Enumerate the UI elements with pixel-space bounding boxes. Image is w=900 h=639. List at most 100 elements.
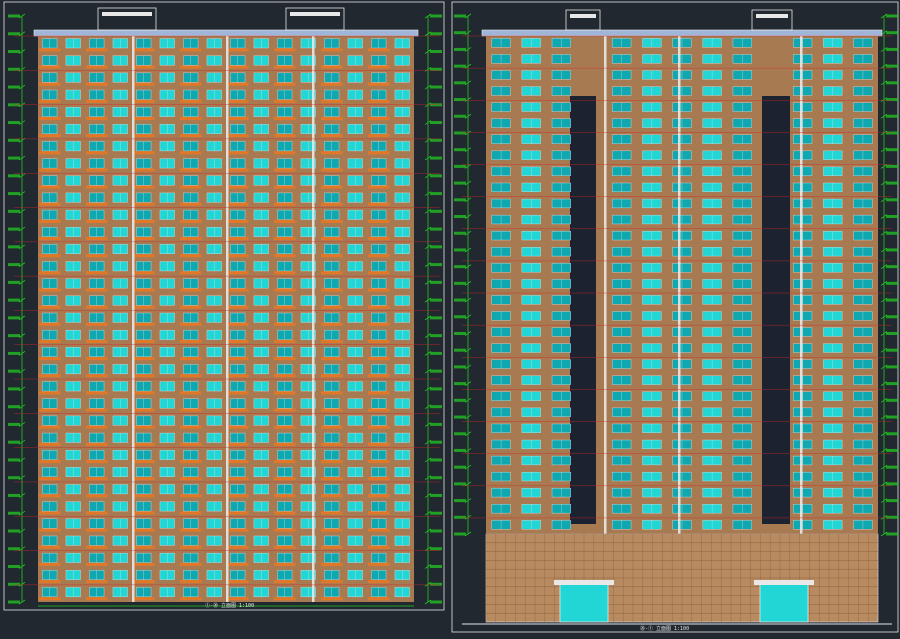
elevation-mark: [454, 448, 466, 452]
elevation-mark: [886, 315, 898, 319]
pilaster: [226, 36, 229, 602]
elevation-mark: [454, 215, 466, 219]
balcony-rail: [368, 99, 390, 103]
balcony-rail: [39, 65, 61, 69]
balcony-rail: [321, 202, 343, 206]
balcony-rail: [227, 219, 249, 223]
elevation-mark: [454, 415, 466, 419]
elevation-mark: [454, 348, 466, 352]
balcony-rail: [368, 116, 390, 121]
elevation-mark: [8, 582, 20, 586]
balcony-rail: [227, 339, 249, 344]
balcony-rail: [321, 442, 343, 446]
balcony-rail: [180, 237, 202, 241]
balcony-rail: [368, 134, 390, 138]
elevation-mark: [430, 547, 442, 551]
elevation-mark: [8, 369, 20, 373]
balcony-rail: [133, 48, 155, 52]
elevation-mark: [886, 298, 898, 302]
elevation-mark: [430, 334, 442, 338]
balcony-rail: [39, 477, 61, 481]
elevation-mark: [430, 156, 442, 160]
balcony-rail: [274, 562, 296, 566]
balcony-rail: [133, 391, 155, 395]
elevation-mark: [454, 47, 466, 51]
balcony-rail: [274, 185, 296, 189]
balcony-rail: [227, 254, 249, 258]
balcony-rail: [86, 151, 108, 155]
balcony-rail: [86, 511, 108, 515]
elevation-mark: [430, 316, 442, 320]
balcony-rail: [274, 374, 296, 378]
elevation-mark: [454, 515, 466, 519]
balcony-rail: [227, 288, 249, 292]
elevation-mark: [430, 174, 442, 178]
elevation-mark: [430, 121, 442, 125]
building-facade: [38, 36, 414, 602]
elevation-mark: [454, 499, 466, 503]
balcony-rail: [227, 425, 249, 429]
balcony-rail: [133, 511, 155, 515]
elevation-mark: [454, 231, 466, 235]
podium-base: [462, 533, 892, 625]
elevation-mark: [430, 298, 442, 302]
elevation-mark: [454, 482, 466, 486]
balcony-rail: [133, 374, 155, 378]
balcony-rail: [368, 580, 390, 584]
recessed-slot: [762, 96, 790, 524]
balcony-rail: [321, 511, 343, 515]
balcony-rail: [274, 116, 296, 121]
balcony-rail: [368, 425, 390, 429]
elevation-mark: [8, 192, 20, 196]
front-elevation-left[interactable]: ①-⑳ 立面图 1:100: [3, 1, 445, 611]
balcony-rail: [321, 357, 343, 361]
balcony-rail: [39, 202, 61, 206]
balcony-rail: [86, 254, 108, 258]
balcony-rail: [227, 477, 249, 481]
elevation-mark: [454, 398, 466, 402]
elevation-mark: [8, 245, 20, 249]
elevation-mark: [430, 280, 442, 284]
cad-drawing-canvas[interactable]: ①-⑳ 立面图 1:100 ⑳-① 立面图 1:100: [0, 0, 900, 639]
elevation-mark: [886, 47, 898, 51]
balcony-rail: [180, 391, 202, 395]
balcony-rail: [86, 48, 108, 52]
balcony-rail: [39, 459, 61, 464]
balcony-rail: [180, 357, 202, 361]
balcony-rail: [321, 219, 343, 223]
elevation-mark: [430, 209, 442, 213]
side-elevation-right[interactable]: ⑳-① 立面图 1:100: [451, 1, 899, 633]
elevation-mark: [430, 476, 442, 480]
elevation-mark: [454, 31, 466, 35]
balcony-rail: [321, 339, 343, 344]
balcony-rail: [321, 545, 343, 549]
balcony-rail: [321, 168, 343, 172]
balcony-rail: [39, 99, 61, 103]
elevation-mark: [8, 547, 20, 551]
balcony-rail: [133, 562, 155, 566]
balcony-rail: [321, 391, 343, 395]
balcony-rail: [227, 134, 249, 138]
elevation-mark: [8, 422, 20, 426]
elevation-mark: [886, 81, 898, 85]
balcony-rail: [39, 511, 61, 515]
elevation-mark: [886, 465, 898, 469]
balcony-rail: [86, 116, 108, 121]
elevation-mark: [454, 248, 466, 252]
elevation-mark: [8, 564, 20, 568]
balcony-rail: [39, 116, 61, 121]
elevation-mark: [430, 493, 442, 497]
balcony-rail: [227, 374, 249, 378]
balcony-rail: [321, 494, 343, 498]
balcony-rail: [368, 288, 390, 292]
balcony-rail: [368, 374, 390, 378]
balcony-rail: [86, 322, 108, 326]
balcony-rail: [39, 237, 61, 241]
balcony-rail: [86, 82, 108, 86]
balcony-rail: [39, 494, 61, 498]
balcony-rail: [133, 545, 155, 549]
elevation-mark: [430, 387, 442, 391]
balcony-rail: [39, 562, 61, 566]
elevation-mark: [8, 85, 20, 89]
balcony-rail: [274, 48, 296, 52]
